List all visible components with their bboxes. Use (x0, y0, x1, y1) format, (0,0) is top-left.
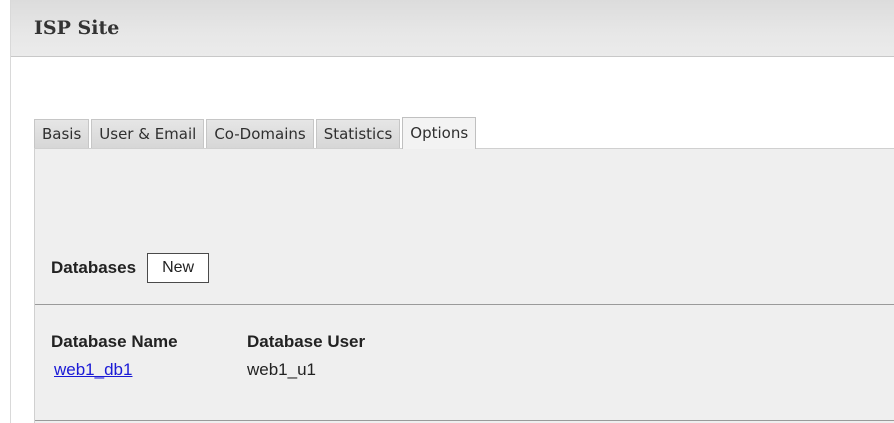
database-user-cell: web1_u1 (247, 360, 317, 379)
section-divider (35, 304, 894, 305)
new-database-button[interactable]: New (147, 253, 210, 283)
column-header-database-name: Database Name (51, 332, 178, 351)
database-name-link[interactable]: web1_db1 (51, 360, 132, 379)
databases-table: Database Name Database User web1_db1 web… (51, 332, 447, 388)
table-row: web1_db1 web1_u1 (51, 360, 447, 388)
window-title: ISP Site (34, 17, 120, 39)
tab-bar: Basis User & Email Co-Domains Statistics… (34, 117, 478, 149)
options-panel: Databases New Database Name Database Use… (34, 148, 894, 423)
column-header-database-user: Database User (247, 332, 366, 351)
table-bottom-divider (35, 420, 894, 421)
title-bar: ISP Site (11, 0, 894, 57)
tab-statistics[interactable]: Statistics (315, 119, 401, 149)
table-header-row: Database Name Database User (51, 332, 447, 360)
window-frame: ISP Site Basis User & Email Co-Domains S… (10, 0, 894, 423)
tab-user-email[interactable]: User & Email (91, 119, 205, 149)
databases-header: Databases New (51, 253, 210, 283)
tab-options[interactable]: Options (402, 117, 477, 149)
tab-basis[interactable]: Basis (34, 119, 90, 149)
databases-label: Databases (51, 258, 137, 277)
tab-co-domains[interactable]: Co-Domains (206, 119, 314, 149)
